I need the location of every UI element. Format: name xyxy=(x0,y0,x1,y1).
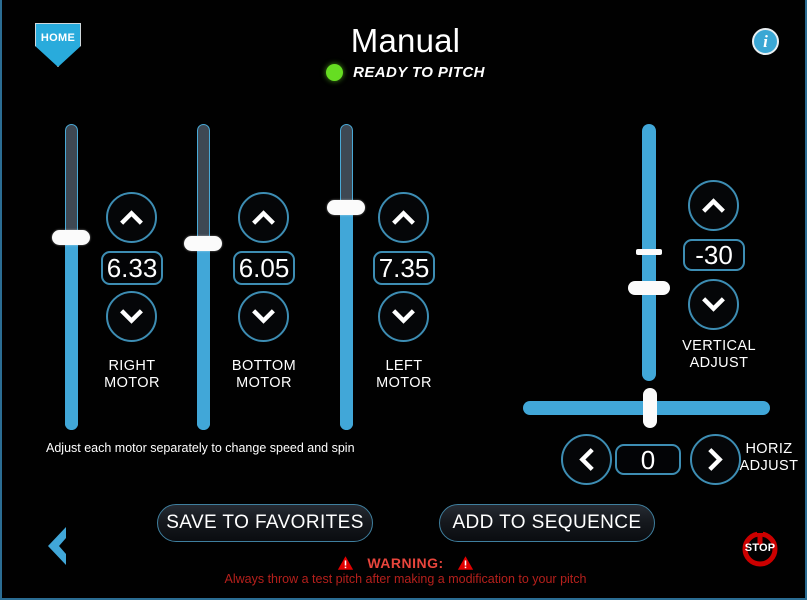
slider-vertical-adjust-center-tick xyxy=(636,249,662,255)
horizontal-adjust-decrease-button[interactable] xyxy=(561,434,612,485)
left-motor-increase-button[interactable] xyxy=(378,192,429,243)
chevron-up-icon xyxy=(120,210,143,225)
add-to-sequence-button[interactable]: ADD TO SEQUENCE xyxy=(439,504,655,542)
horizontal-adjust-value[interactable]: 0 xyxy=(615,444,681,475)
chevron-down-icon xyxy=(702,297,725,312)
right-motor-decrease-button[interactable] xyxy=(106,291,157,342)
stop-button-label: STOP xyxy=(744,542,776,554)
left-motor-label-line2: MOTOR xyxy=(376,375,432,391)
helper-text: Adjust each motor separately to change s… xyxy=(46,441,355,455)
manual-pitch-screen: HOME i Manual READY TO PITCH 6.33 RIGHT … xyxy=(2,0,805,598)
save-to-favorites-label: SAVE TO FAVORITES xyxy=(166,512,364,533)
slider-right-motor[interactable] xyxy=(65,124,78,430)
slider-bottom-motor[interactable] xyxy=(197,124,210,430)
bottom-motor-value[interactable]: 6.05 xyxy=(233,251,295,285)
vertical-adjust-value[interactable]: -30 xyxy=(683,239,745,271)
bottom-motor-label-line2: MOTOR xyxy=(236,375,292,391)
right-motor-label-line2: MOTOR xyxy=(104,375,160,391)
vertical-adjust-label-line1: VERTICAL xyxy=(682,338,756,354)
add-to-sequence-label: ADD TO SEQUENCE xyxy=(452,512,642,533)
chevron-down-icon xyxy=(120,309,143,324)
slider-right-motor-fill xyxy=(65,237,78,430)
slider-left-motor-thumb[interactable] xyxy=(327,200,365,215)
warning-triangle-icon xyxy=(457,556,473,570)
warning-row: WARNING: xyxy=(2,555,807,571)
status-indicator-dot xyxy=(326,64,344,81)
chevron-down-icon xyxy=(392,309,415,324)
chevron-up-icon xyxy=(392,210,415,225)
slider-left-motor-fill xyxy=(340,213,353,430)
status-row: READY TO PITCH xyxy=(2,64,807,81)
left-motor-decrease-button[interactable] xyxy=(378,291,429,342)
bottom-motor-label: BOTTOM MOTOR xyxy=(214,358,314,392)
save-to-favorites-button[interactable]: SAVE TO FAVORITES xyxy=(157,504,373,542)
status-badge: READY TO PITCH xyxy=(353,64,485,81)
slider-horizontal-adjust-thumb[interactable] xyxy=(643,388,657,428)
bottom-motor-value-text: 6.05 xyxy=(238,253,290,283)
right-motor-increase-button[interactable] xyxy=(106,192,157,243)
left-motor-value[interactable]: 7.35 xyxy=(373,251,435,285)
warning-title: WARNING: xyxy=(367,555,444,571)
horizontal-adjust-label-line1: HORIZ xyxy=(745,441,793,457)
slider-bottom-motor-thumb[interactable] xyxy=(184,236,222,251)
horizontal-adjust-value-text: 0 xyxy=(640,444,656,475)
right-motor-value[interactable]: 6.33 xyxy=(101,251,163,285)
horizontal-adjust-label-line2: ADJUST xyxy=(739,458,799,474)
chevron-down-icon xyxy=(252,309,275,324)
right-motor-label-line1: RIGHT xyxy=(108,358,156,374)
bottom-motor-increase-button[interactable] xyxy=(238,192,289,243)
slider-vertical-adjust-thumb[interactable] xyxy=(628,281,670,295)
vertical-adjust-value-text: -30 xyxy=(695,240,733,270)
slider-bottom-motor-fill xyxy=(197,249,210,430)
chevron-left-icon xyxy=(579,448,594,471)
page-title: Manual xyxy=(350,22,461,59)
left-motor-label-line1: LEFT xyxy=(385,358,423,374)
vertical-adjust-increase-button[interactable] xyxy=(688,180,739,231)
right-motor-value-text: 6.33 xyxy=(106,253,158,283)
slider-right-motor-thumb[interactable] xyxy=(52,230,90,245)
chevron-right-icon xyxy=(708,448,723,471)
left-motor-value-text: 7.35 xyxy=(378,253,430,283)
vertical-adjust-decrease-button[interactable] xyxy=(688,279,739,330)
vertical-adjust-label-line2: ADJUST xyxy=(689,355,749,371)
slider-left-motor[interactable] xyxy=(340,124,353,430)
bottom-motor-decrease-button[interactable] xyxy=(238,291,289,342)
bottom-motor-label-line1: BOTTOM xyxy=(231,358,297,374)
chevron-up-icon xyxy=(252,210,275,225)
warning-message: Always throw a test pitch after making a… xyxy=(224,572,587,586)
warning-triangle-icon xyxy=(338,556,354,570)
horizontal-adjust-label: HORIZ ADJUST xyxy=(730,441,807,475)
right-motor-label: RIGHT MOTOR xyxy=(82,358,182,392)
chevron-up-icon xyxy=(702,198,725,213)
left-motor-label: LEFT MOTOR xyxy=(354,358,454,392)
vertical-adjust-label: VERTICAL ADJUST xyxy=(664,338,774,372)
